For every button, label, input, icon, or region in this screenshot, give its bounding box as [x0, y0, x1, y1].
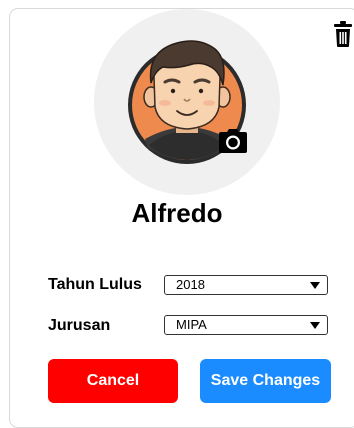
avatar [128, 40, 246, 164]
trash-icon[interactable] [333, 20, 353, 48]
profile-name: Alfredo [131, 198, 223, 228]
major-value: MIPA [176, 317, 207, 332]
graduation-year-select[interactable]: 2018 [164, 275, 328, 295]
major-select[interactable]: MIPA [164, 315, 328, 335]
chevron-down-icon [310, 282, 320, 289]
camera-icon[interactable] [218, 128, 248, 154]
major-label: Jurusan [48, 317, 111, 334]
graduation-year-label: Tahun Lulus [48, 276, 142, 293]
chevron-down-icon [310, 322, 320, 329]
save-changes-button[interactable]: Save Changes [200, 359, 331, 403]
cancel-button[interactable]: Cancel [48, 359, 178, 403]
graduation-year-value: 2018 [176, 277, 205, 292]
avatar-container [94, 9, 280, 195]
